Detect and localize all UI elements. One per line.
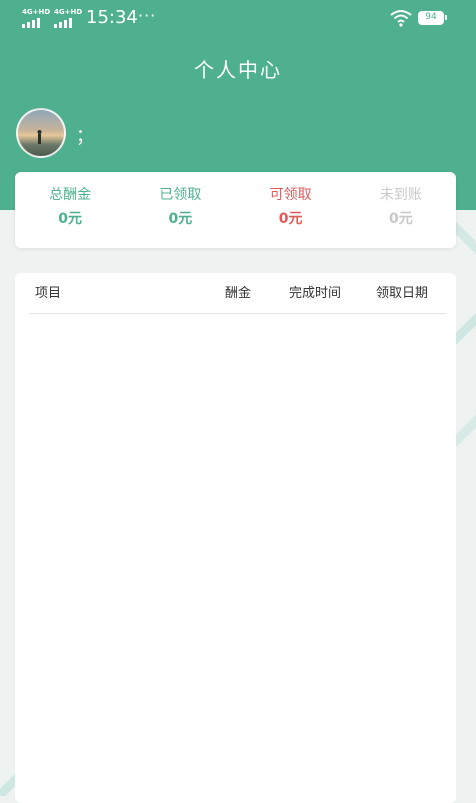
stat-label: 总酬金 xyxy=(49,187,92,203)
wifi-icon xyxy=(390,10,412,27)
status-time: 15:34 xyxy=(86,7,138,28)
stat-label: 已领取 xyxy=(159,187,202,203)
signal-bars-icon xyxy=(22,18,50,28)
stat-value: 0元 xyxy=(278,211,303,227)
stat-label: 可领取 xyxy=(269,187,312,203)
page-title: 个人中心 xyxy=(194,58,282,82)
signal-2: 4G+HD xyxy=(54,9,82,28)
avatar-photo xyxy=(37,130,42,144)
stat-label: 未到账 xyxy=(379,187,422,203)
column-header-complete-time: 完成时间 xyxy=(289,286,342,301)
more-notifications-icon: ··· xyxy=(138,6,157,25)
avatar[interactable] xyxy=(16,108,66,158)
table-header: 项目 酬金 完成时间 领取日期 xyxy=(29,273,446,314)
signal-bars-icon xyxy=(54,18,82,28)
status-bar: 4G+HD 4G+HD 15:34 ··· 94 xyxy=(0,0,476,38)
stat-value: 0元 xyxy=(58,211,82,227)
reward-list-card: 项目 酬金 完成时间 领取日期 xyxy=(15,273,456,803)
stat-claimable[interactable]: 可领取 0元 xyxy=(236,172,346,248)
stat-value: 0元 xyxy=(389,211,413,227)
signal-2-label: 4G+HD xyxy=(54,8,83,16)
stat-total-reward[interactable]: 总酬金 0元 xyxy=(15,172,125,248)
battery-level: 94 xyxy=(425,12,437,22)
earnings-summary-card: 总酬金 0元 已领取 0元 可领取 0元 未到账 0元 xyxy=(15,172,456,248)
stat-claimed[interactable]: 已领取 0元 xyxy=(125,172,235,248)
signal-1: 4G+HD xyxy=(22,9,50,28)
column-header-reward: 酬金 xyxy=(225,286,252,301)
signal-1-label: 4G+HD xyxy=(22,8,51,16)
battery-icon: 94 xyxy=(418,11,447,25)
column-header-claim-date: 领取日期 xyxy=(376,286,429,301)
stat-value: 0元 xyxy=(168,211,193,227)
column-header-project: 项目 xyxy=(35,286,62,301)
user-name[interactable]: ； xyxy=(76,122,94,148)
stat-pending[interactable]: 未到账 0元 xyxy=(346,172,456,248)
